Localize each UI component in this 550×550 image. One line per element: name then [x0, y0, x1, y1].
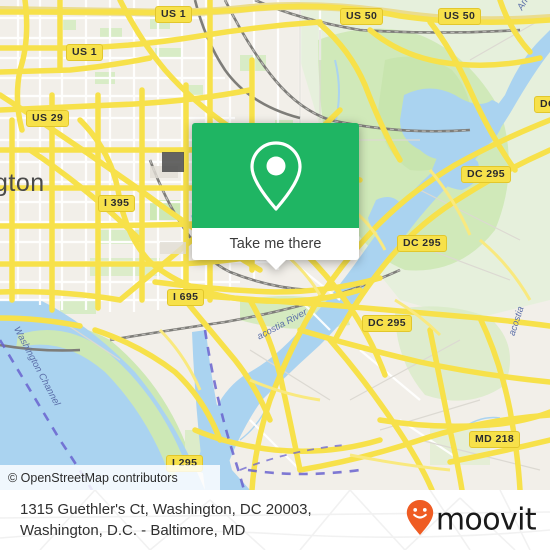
osm-attribution[interactable]: © OpenStreetMap contributors — [0, 465, 220, 490]
map-canvas[interactable]: US 1 US 50 US 50 US 1 US 29 DC I 395 DC 295 DC 2… — [0, 0, 550, 490]
moovit-logo[interactable]: moovit — [405, 499, 537, 542]
destination-info-card[interactable]: Take me there — [192, 123, 359, 270]
address-block: 1315 Guethler's Ct, Washington, DC 20003… — [20, 499, 312, 541]
city-label-washington: gton — [0, 169, 45, 197]
highway-shield: DC 295 — [461, 166, 512, 183]
moovit-wordmark: moovit — [435, 502, 537, 537]
highway-shield: US 29 — [26, 110, 70, 127]
address-line-1: 1315 Guethler's Ct, Washington, DC 20003… — [20, 501, 312, 518]
highway-shield: MD 218 — [469, 431, 521, 448]
highway-shield: US 1 — [155, 6, 192, 23]
osm-attribution-text: © OpenStreetMap contributors — [8, 470, 178, 485]
moovit-map-screenshot: US 1 US 50 US 50 US 1 US 29 DC I 395 DC 295 DC 2… — [0, 0, 550, 550]
highway-shield: US 1 — [66, 44, 103, 61]
moovit-pin-smiley-icon — [405, 499, 435, 542]
take-me-there-label: Take me there — [229, 236, 322, 252]
highway-shield: I 395 — [98, 195, 136, 212]
highway-shield: DC 295 — [362, 315, 413, 332]
highway-shield: DC 295 — [397, 235, 448, 252]
highway-shield: US 50 — [340, 8, 384, 25]
highway-shield: DC — [534, 96, 550, 113]
highway-shield: US 50 — [438, 8, 482, 25]
take-me-there-button[interactable]: Take me there — [192, 228, 359, 260]
map-pin-icon — [245, 139, 307, 213]
highway-shield: I 695 — [167, 289, 205, 306]
card-pointer-tail — [264, 259, 287, 270]
card-header — [192, 123, 359, 228]
bottom-info-bar: 1315 Guethler's Ct, Washington, DC 20003… — [0, 490, 550, 550]
address-line-2: Washington, D.C. - Baltimore, MD — [20, 522, 246, 539]
